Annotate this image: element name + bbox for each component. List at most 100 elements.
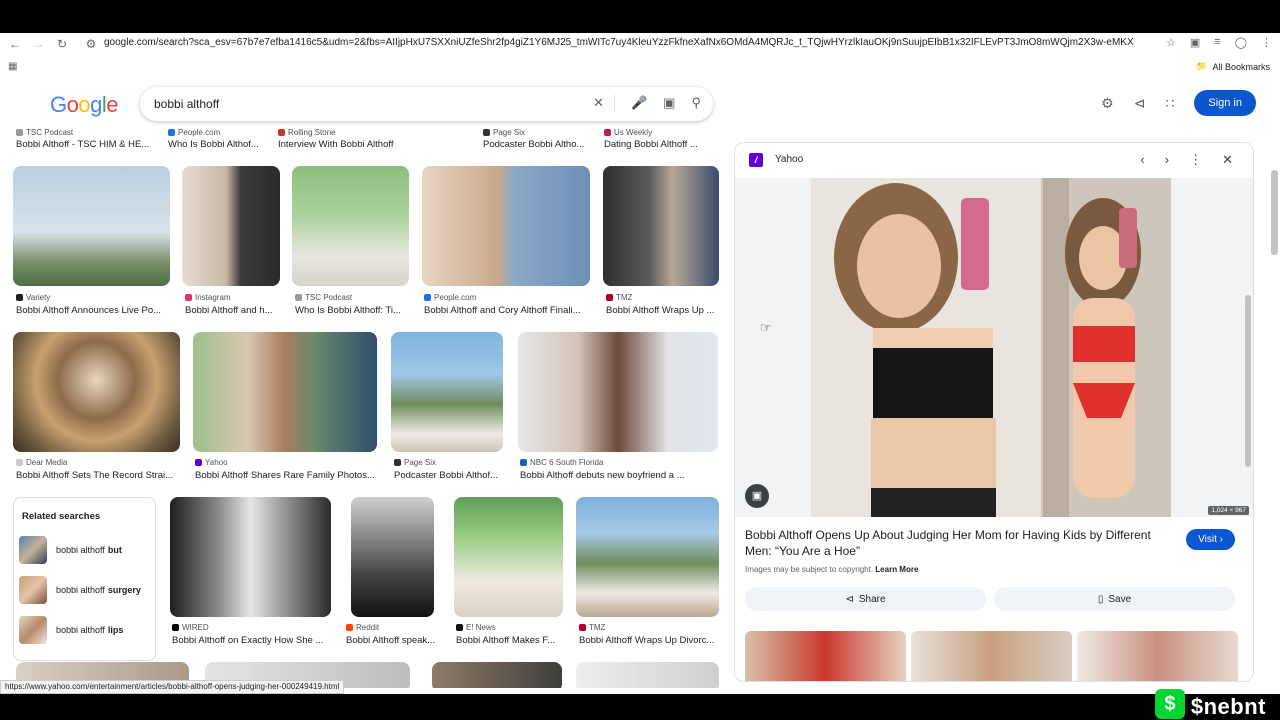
previous-icon[interactable]: ‹ <box>1140 152 1144 168</box>
browser-menu-icon[interactable]: ⋮ <box>1261 36 1272 49</box>
result-image[interactable] <box>193 332 377 452</box>
result-image[interactable] <box>13 166 170 286</box>
related-searches-card: Related searches bobbi althoff but bobbi … <box>13 497 156 661</box>
result-caption[interactable]: Bobbi Althoff on Exactly How She ... <box>172 635 332 646</box>
cashtag-overlay: $ $nebnt <box>1154 689 1266 720</box>
result-image[interactable] <box>576 497 719 617</box>
close-icon[interactable]: ✕ <box>1222 152 1233 168</box>
result-caption[interactable]: Bobbi Althoff Announces Live Po... <box>16 305 166 316</box>
result-caption[interactable]: Bobbi Althoff and h... <box>185 305 280 316</box>
result-image[interactable] <box>292 166 409 286</box>
result-source: Rolling Stone <box>278 128 336 137</box>
result-source: Us Weekly <box>604 128 652 137</box>
lens-icon[interactable]: ▣ <box>1190 36 1200 49</box>
result-source: WIRED <box>172 623 209 632</box>
settings-gear-icon[interactable]: ⚙ <box>1101 95 1114 112</box>
result-source: People.com <box>168 128 220 137</box>
yahoo-favicon-icon: / <box>749 153 763 167</box>
result-source: Instagram <box>185 293 231 302</box>
result-caption[interactable]: Who Is Bobbi Althoff: Ti... <box>295 305 410 316</box>
cashtag-text: $nebnt <box>1190 694 1266 719</box>
result-source: People.com <box>424 293 476 302</box>
result-image[interactable] <box>454 497 563 617</box>
search-icon[interactable]: ⚲ <box>691 95 701 111</box>
result-image[interactable] <box>391 332 503 452</box>
more-options-icon[interactable]: ⋮ <box>1189 152 1202 168</box>
status-bar-url: https://www.yahoo.com/entertainment/arti… <box>0 680 345 694</box>
result-source: Dear Media <box>16 458 67 467</box>
clear-icon[interactable]: ✕ <box>593 95 615 111</box>
result-caption[interactable]: Bobbi Althoff - TSC HIM & HE... <box>16 139 156 150</box>
reload-icon[interactable]: ↻ <box>51 37 73 51</box>
share-button[interactable]: ⊲ Share <box>745 587 986 611</box>
site-info-icon[interactable]: ⚙ <box>80 37 102 51</box>
result-caption[interactable]: Bobbi Althoff Wraps Up Divorc... <box>579 635 719 646</box>
result-image[interactable] <box>13 332 180 452</box>
bookmarks-bar: ▦ 📁 All Bookmarks <box>0 56 1280 78</box>
visit-button[interactable]: Visit › <box>1186 529 1235 550</box>
cash-app-icon: $ <box>1154 689 1185 719</box>
camera-search-icon[interactable]: ▣ <box>663 95 675 111</box>
result-caption[interactable]: Bobbi Althoff Makes F... <box>456 635 563 646</box>
related-search-item[interactable]: bobbi althoff surgery <box>19 574 152 606</box>
google-logo[interactable]: Google <box>50 92 119 118</box>
visual-search-icon[interactable]: ▣ <box>745 484 769 508</box>
sign-in-button[interactable]: Sign in <box>1194 90 1256 116</box>
google-apps-icon[interactable]: ∷ <box>1165 95 1174 112</box>
related-image[interactable] <box>911 631 1072 681</box>
share-icon[interactable]: ⊲ <box>1134 95 1146 112</box>
search-input[interactable]: bobbi althoff <box>154 97 219 111</box>
result-caption[interactable]: Bobbi Althoff speak... <box>346 635 438 646</box>
preview-image[interactable] <box>811 178 1171 517</box>
panel-scrollbar[interactable] <box>1245 295 1251 467</box>
result-caption[interactable]: Bobbi Althoff Shares Rare Family Photos.… <box>195 470 377 481</box>
result-caption[interactable]: Bobbi Althoff and Cory Althoff Finali... <box>424 305 590 316</box>
apps-grid-icon[interactable]: ▦ <box>8 61 17 72</box>
result-caption[interactable]: Bobbi Althoff Sets The Record Strai... <box>16 470 176 481</box>
image-dimensions: 1,024 × 967 <box>1208 506 1249 515</box>
result-image[interactable] <box>603 166 719 286</box>
back-icon[interactable]: ← <box>4 37 26 51</box>
learn-more-link[interactable]: Learn More <box>875 565 918 574</box>
bookmark-star-icon[interactable]: ☆ <box>1166 36 1176 49</box>
mic-icon[interactable]: 🎤 <box>631 95 647 111</box>
preview-image-area[interactable]: ▣ 1,024 × 967 <box>735 178 1253 517</box>
result-image[interactable] <box>576 662 719 688</box>
result-caption[interactable]: Bobbi Althoff Wraps Up ... <box>606 305 719 316</box>
result-source: Yahoo <box>195 458 228 467</box>
result-image[interactable] <box>351 497 434 617</box>
page-scrollbar[interactable] <box>1271 170 1278 255</box>
all-bookmarks[interactable]: 📁 All Bookmarks <box>1196 61 1270 72</box>
result-image[interactable] <box>432 662 562 688</box>
search-box[interactable]: bobbi althoff ✕ 🎤 ▣ ⚲ <box>140 87 713 121</box>
related-searches-title: Related searches <box>22 511 101 522</box>
related-search-item[interactable]: bobbi althoff lips <box>19 614 152 646</box>
preview-title[interactable]: Bobbi Althoff Opens Up About Judging Her… <box>745 527 1175 559</box>
copyright-notice: Images may be subject to copyright. Lear… <box>745 565 919 574</box>
result-caption[interactable]: Podcaster Bobbi Althof... <box>394 470 502 481</box>
result-source: Page Six <box>394 458 436 467</box>
result-image[interactable] <box>170 497 331 617</box>
url-text[interactable]: google.com/search?sca_esv=67b7e7efba1416… <box>104 37 1134 48</box>
related-image[interactable] <box>1077 631 1238 681</box>
profile-icon[interactable]: ◯ <box>1235 36 1247 49</box>
image-preview-panel: / Yahoo ‹ › ⋮ ✕ ▣ 1,024 × 967 Bobbi Alth… <box>734 142 1254 682</box>
result-caption[interactable]: Dating Bobbi Althoff ... <box>604 139 716 150</box>
related-image[interactable] <box>745 631 906 681</box>
result-caption[interactable]: Who Is Bobbi Althof... <box>168 139 268 150</box>
next-icon[interactable]: › <box>1165 152 1169 168</box>
result-image[interactable] <box>518 332 718 452</box>
save-button[interactable]: ▯ Save <box>994 587 1235 611</box>
result-image[interactable] <box>422 166 590 286</box>
result-caption[interactable]: Bobbi Althoff debuts new boyfriend a ... <box>520 470 718 481</box>
preview-header: / Yahoo ‹ › ⋮ ✕ <box>735 143 1253 178</box>
preview-source-name[interactable]: Yahoo <box>775 154 803 165</box>
result-caption[interactable]: Podcaster Bobbi Altho... <box>483 139 593 150</box>
reading-list-icon[interactable]: ≡ <box>1214 36 1220 49</box>
result-source: TMZ <box>606 293 632 302</box>
result-caption[interactable]: Interview With Bobbi Althoff <box>278 139 458 150</box>
related-search-item[interactable]: bobbi althoff but <box>19 534 152 566</box>
result-image[interactable] <box>182 166 280 286</box>
forward-icon[interactable]: → <box>27 37 49 51</box>
related-thumb <box>19 536 47 564</box>
